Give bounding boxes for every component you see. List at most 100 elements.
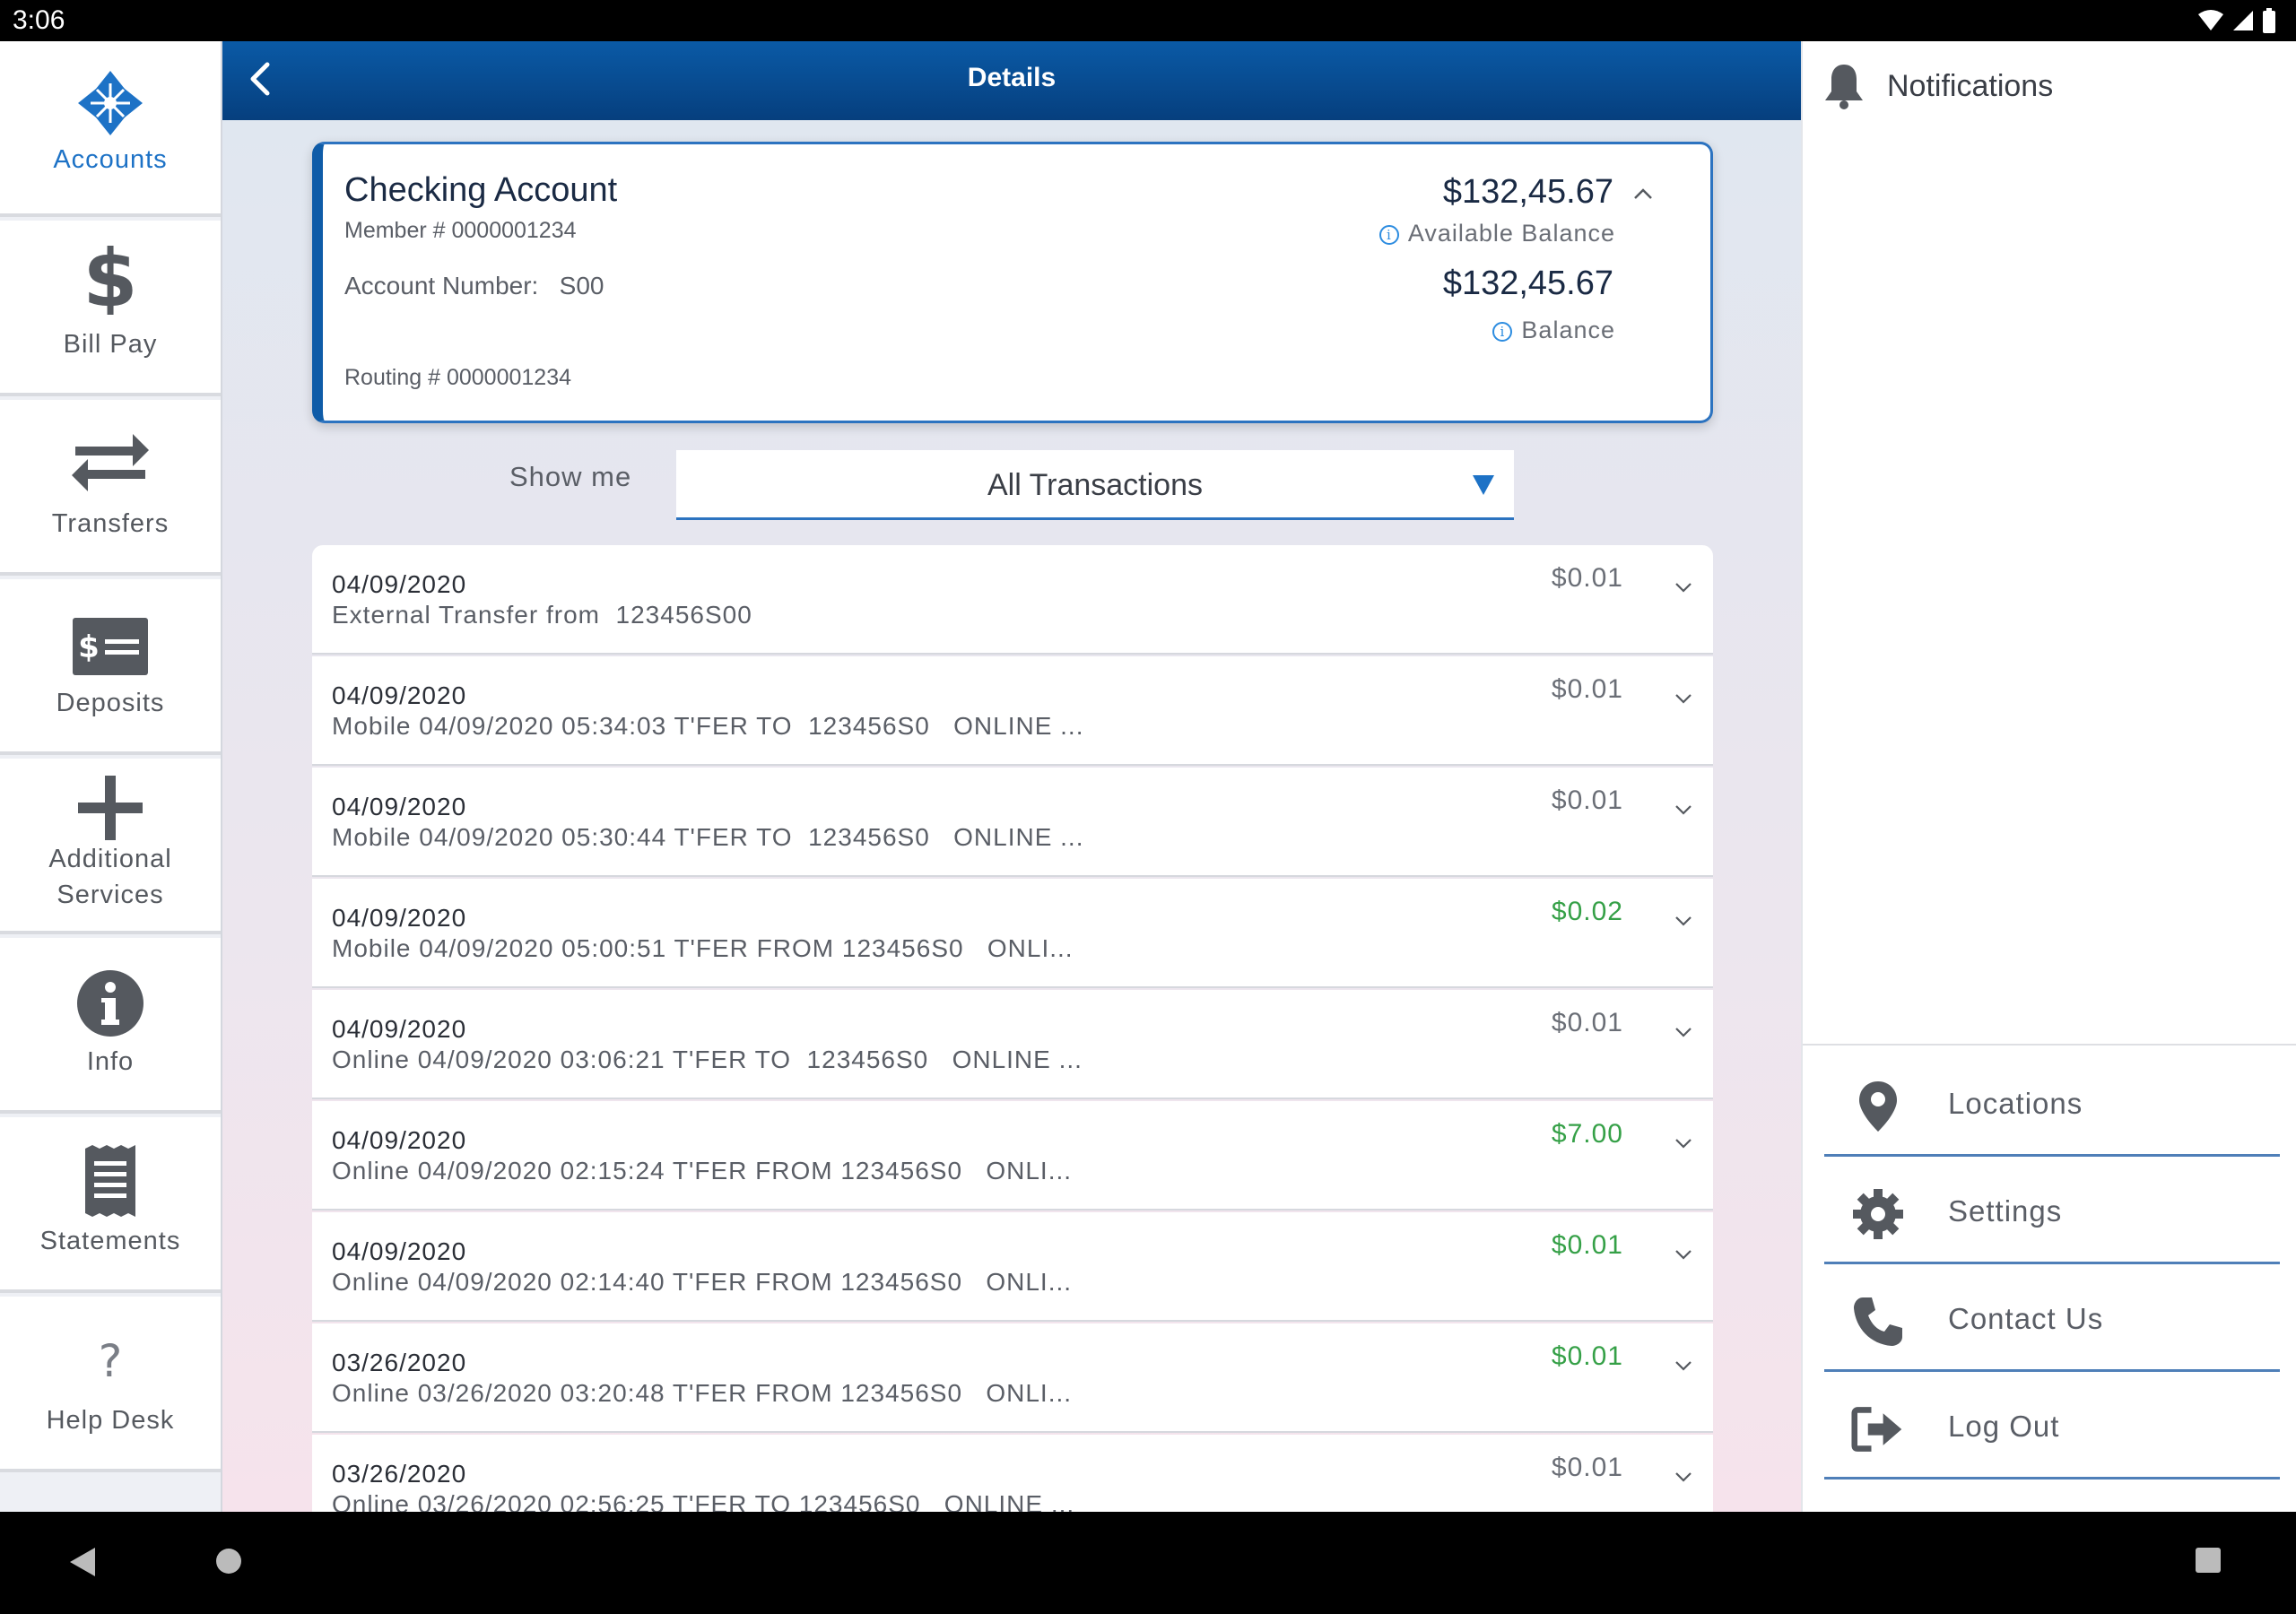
transaction-date: 03/26/2020 bbox=[332, 1349, 467, 1376]
transaction-date: 04/09/2020 bbox=[332, 904, 467, 932]
account-summary-card: Checking Account Member # 0000001234 Acc… bbox=[312, 142, 1713, 423]
transaction-amount: $0.01 bbox=[1551, 785, 1623, 815]
account-number: Account Number: S00 bbox=[344, 272, 604, 299]
nav-label-bill-pay: Bill Pay bbox=[63, 330, 158, 359]
chevron-down-icon[interactable] bbox=[1672, 798, 1695, 821]
system-navigation-bar bbox=[0, 1512, 2296, 1614]
transfer-arrows-icon bbox=[72, 434, 149, 491]
chevron-down-icon[interactable] bbox=[1672, 1243, 1695, 1266]
status-icons bbox=[2197, 7, 2276, 34]
transaction-row[interactable]: 04/09/2020 Mobile 04/09/2020 05:00:51 T'F… bbox=[312, 879, 1713, 988]
chevron-down-icon[interactable] bbox=[1672, 1132, 1695, 1155]
info-small-icon[interactable]: i bbox=[1378, 225, 1399, 245]
nav-label-help-desk: Help Desk bbox=[46, 1406, 175, 1435]
transaction-row[interactable]: 04/09/2020 Online 04/09/2020 02:14:40 T'F… bbox=[312, 1212, 1713, 1322]
menu-item-locations[interactable]: Locations bbox=[1824, 1049, 2280, 1157]
chevron-down-icon[interactable] bbox=[1672, 1020, 1695, 1044]
menu-item-settings[interactable]: Settings bbox=[1824, 1157, 2280, 1264]
nav-item-info[interactable]: Info bbox=[0, 938, 221, 1114]
battery-icon bbox=[2263, 8, 2275, 33]
transaction-filter-select[interactable]: All Transactions bbox=[676, 450, 1514, 520]
transaction-description: Mobile 04/09/2020 05:34:03 T'FER TO 1234… bbox=[332, 712, 1084, 740]
balance-label: i Balance bbox=[1492, 317, 1615, 344]
transaction-row[interactable]: 03/26/2020 Online 03/26/2020 02:56:25 T'F… bbox=[312, 1435, 1713, 1512]
notifications-label: Notifications bbox=[1887, 68, 2054, 103]
member-number: Member # 0000001234 bbox=[344, 218, 577, 243]
transaction-description: Online 03/26/2020 03:20:48 T'FER FROM 12… bbox=[332, 1379, 1073, 1407]
chevron-down-icon[interactable] bbox=[1672, 687, 1695, 710]
transaction-row[interactable]: 04/09/2020 External Transfer from 123456S… bbox=[312, 545, 1713, 655]
system-back-icon[interactable] bbox=[68, 1546, 97, 1578]
transaction-amount: $0.01 bbox=[1551, 1008, 1623, 1037]
divider bbox=[1803, 1044, 2296, 1046]
system-home-icon[interactable] bbox=[213, 1546, 244, 1576]
transaction-amount: $0.01 bbox=[1551, 674, 1623, 704]
menu-item-contact-us[interactable]: Contact Us bbox=[1824, 1264, 2280, 1372]
nav-item-transfers[interactable]: Transfers bbox=[0, 400, 221, 576]
nav-item-statements[interactable]: Statements bbox=[0, 1117, 221, 1293]
chevron-down-icon[interactable] bbox=[1672, 1465, 1695, 1488]
transaction-row[interactable]: 03/26/2020 Online 03/26/2020 03:20:48 T'F… bbox=[312, 1323, 1713, 1433]
bell-icon bbox=[1825, 65, 1863, 109]
nav-item-help-desk[interactable]: ? Help Desk bbox=[0, 1297, 221, 1472]
svg-text:$: $ bbox=[83, 239, 137, 315]
chevron-down-icon[interactable] bbox=[1672, 1354, 1695, 1377]
menu-label-contact-us: Contact Us bbox=[1948, 1302, 2104, 1335]
svg-text:$: $ bbox=[78, 629, 100, 665]
location-pin-icon bbox=[1859, 1081, 1897, 1132]
right-panel: Notifications Locations Settings Contact… bbox=[1801, 41, 2296, 1512]
check-deposit-icon: $ bbox=[73, 618, 148, 675]
nav-item-bill-pay[interactable]: $ Bill Pay bbox=[0, 221, 221, 396]
nav-item-accounts[interactable]: Accounts bbox=[0, 41, 221, 217]
left-navigation: Accounts $ Bill Pay Transfers $ Deposits… bbox=[0, 41, 222, 1512]
transaction-description: Online 04/09/2020 03:06:21 T'FER TO 1234… bbox=[332, 1046, 1083, 1073]
transaction-description: External Transfer from 123456S00 bbox=[332, 601, 752, 629]
phone-icon bbox=[1854, 1297, 1902, 1346]
transaction-row[interactable]: 04/09/2020 Online 04/09/2020 03:06:21 T'F… bbox=[312, 990, 1713, 1099]
nav-label-accounts: Accounts bbox=[53, 145, 168, 174]
transaction-row[interactable]: 04/09/2020 Online 04/09/2020 02:15:24 T'F… bbox=[312, 1101, 1713, 1210]
info-small-icon[interactable]: i bbox=[1492, 322, 1513, 342]
transaction-date: 03/26/2020 bbox=[332, 1460, 467, 1488]
transaction-amount: $7.00 bbox=[1551, 1119, 1623, 1149]
nav-item-additional-services[interactable]: Additional Services bbox=[0, 759, 221, 934]
transaction-row[interactable]: 04/09/2020 Mobile 04/09/2020 05:34:03 T'F… bbox=[312, 656, 1713, 766]
chevron-down-icon[interactable] bbox=[1672, 909, 1695, 933]
transaction-amount: $0.01 bbox=[1551, 1453, 1623, 1482]
transaction-date: 04/09/2020 bbox=[332, 1126, 467, 1154]
menu-item-log-out[interactable]: Log Out bbox=[1824, 1372, 2280, 1480]
transaction-amount: $0.02 bbox=[1551, 897, 1623, 926]
transaction-amount: $0.01 bbox=[1551, 1230, 1623, 1260]
wifi-icon bbox=[2198, 10, 2223, 30]
status-bar: 3:06 bbox=[0, 0, 2296, 41]
balance-value: $132,45.67 bbox=[1442, 265, 1613, 302]
chevron-up-icon[interactable] bbox=[1630, 180, 1657, 207]
transaction-date: 04/09/2020 bbox=[332, 681, 467, 709]
system-recents-icon[interactable] bbox=[2194, 1546, 2222, 1575]
transaction-row[interactable]: 04/09/2020 Mobile 04/09/2020 05:30:44 T'F… bbox=[312, 768, 1713, 877]
transaction-date: 04/09/2020 bbox=[332, 793, 467, 820]
transaction-amount: $0.01 bbox=[1551, 1341, 1623, 1371]
menu-label-locations: Locations bbox=[1948, 1087, 2083, 1120]
account-name: Checking Account bbox=[344, 171, 618, 209]
signal-icon bbox=[2233, 11, 2253, 30]
details-header: Details bbox=[222, 41, 1801, 120]
logout-icon bbox=[1851, 1407, 1902, 1452]
status-time: 3:06 bbox=[13, 5, 65, 35]
page-title: Details bbox=[967, 63, 1057, 92]
available-balance-value: $132,45.67 bbox=[1442, 173, 1613, 211]
receipt-icon bbox=[85, 1145, 135, 1217]
transaction-amount: $0.01 bbox=[1551, 563, 1623, 593]
nav-item-deposits[interactable]: $ Deposits bbox=[0, 579, 221, 755]
info-icon bbox=[77, 970, 144, 1037]
notifications-header[interactable]: Notifications bbox=[1822, 61, 2053, 111]
menu-label-settings: Settings bbox=[1948, 1194, 2063, 1228]
transaction-description: Online 04/09/2020 02:15:24 T'FER FROM 12… bbox=[332, 1157, 1073, 1184]
nav-label-additional-services: Additional Services bbox=[48, 845, 172, 909]
transaction-list: 04/09/2020 External Transfer from 123456S… bbox=[312, 545, 1713, 1512]
nav-label-statements: Statements bbox=[39, 1227, 181, 1255]
transaction-date: 04/09/2020 bbox=[332, 570, 467, 598]
nav-label-info: Info bbox=[86, 1047, 135, 1076]
transaction-date: 04/09/2020 bbox=[332, 1237, 467, 1265]
chevron-down-icon[interactable] bbox=[1672, 576, 1695, 599]
